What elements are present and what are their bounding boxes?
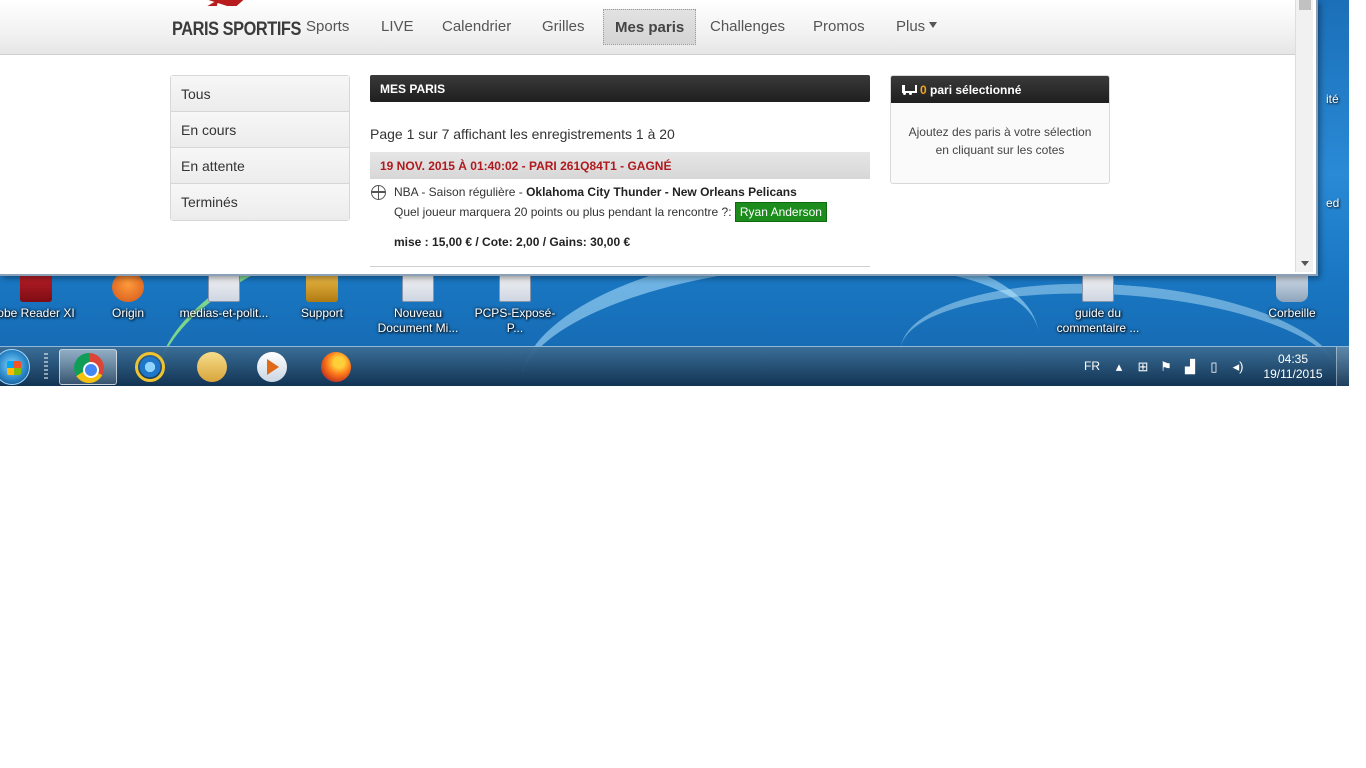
bet-question: Quel joueur marquera 20 points ou plus p…: [394, 205, 735, 219]
bet-competition: NBA - Saison régulière -: [394, 185, 527, 199]
desktop-icon-adobe-reader[interactable]: obe Reader XI: [0, 272, 84, 321]
document-icon: [402, 272, 434, 302]
caret-down-icon: [929, 22, 938, 28]
desktop-icon-origin[interactable]: Origin: [80, 272, 176, 321]
origin-icon: [112, 272, 144, 302]
filter-termines[interactable]: Terminés: [171, 184, 349, 220]
basketball-icon: [371, 185, 386, 200]
media-player-icon: [257, 352, 287, 382]
volume-icon[interactable]: ◂): [1231, 360, 1245, 374]
taskbar: FR ▴ ⊞ ⚑ ▟ ▯ ◂) 04:35 19/11/2015: [0, 346, 1349, 386]
windows-flag-icon[interactable]: ⊞: [1136, 360, 1150, 374]
desktop-icon-label-cut: ité: [1326, 92, 1339, 106]
language-indicator[interactable]: FR: [1084, 359, 1100, 386]
file-explorer-icon: [197, 352, 227, 382]
desktop-icon-corbeille[interactable]: Corbeille: [1244, 272, 1340, 321]
desktop-icon-support[interactable]: Support: [274, 272, 370, 321]
taskbar-grip: [44, 353, 48, 381]
scroll-down-arrow-icon[interactable]: [1301, 261, 1309, 266]
browser-window: PARIS SPORTIFS Sports LIVE Calendrier Gr…: [0, 0, 1318, 276]
show-desktop-button[interactable]: [1336, 347, 1349, 386]
paging-info: Page 1 sur 7 affichant les enregistremen…: [370, 126, 675, 142]
bet-match[interactable]: Oklahoma City Thunder - New Orleans Peli…: [526, 185, 797, 199]
filter-en-attente[interactable]: En attente: [171, 148, 349, 184]
clock-time: 04:35: [1277, 352, 1309, 366]
scrollbar-thumb[interactable]: [1299, 0, 1311, 10]
system-clock[interactable]: 04:35 19/11/2015: [1256, 352, 1330, 382]
filter-en-cours[interactable]: En cours: [171, 112, 349, 148]
nav-promos[interactable]: Promos: [813, 18, 865, 35]
chrome-icon: [74, 353, 104, 383]
bet-slip-label: pari sélectionné: [926, 83, 1022, 97]
nav-live[interactable]: LIVE: [381, 18, 414, 35]
filter-tous[interactable]: Tous: [171, 76, 349, 112]
my-bets-panel: MES PARIS Page 1 sur 7 affichant les enr…: [370, 75, 870, 267]
firefox-icon: [321, 352, 351, 382]
brand-logo[interactable]: [196, 0, 248, 6]
document-icon: [499, 272, 531, 302]
bet-slip-count: 0: [920, 83, 927, 97]
start-button[interactable]: [0, 349, 30, 385]
bet-market: Quel joueur marquera 20 points ou plus p…: [394, 202, 870, 222]
show-hidden-icons-icon[interactable]: ▴: [1112, 360, 1126, 374]
bet-slip-header[interactable]: 0 pari sélectionné: [891, 76, 1109, 103]
internet-explorer-icon: [135, 352, 165, 382]
document-icon: [1082, 272, 1114, 302]
desktop-icon-pcps[interactable]: PCPS-Exposé-P...: [467, 272, 563, 336]
bet-divider: [370, 266, 870, 267]
action-center-icon[interactable]: ⚑: [1159, 360, 1173, 374]
recycle-bin-icon: [1276, 272, 1308, 302]
bet-stake: mise : 15,00 € / Cote: 2,00 / Gains: 30,…: [394, 235, 631, 249]
network-signal-icon[interactable]: ▟: [1183, 360, 1197, 374]
nav-sports[interactable]: Sports: [306, 18, 349, 35]
taskbar-firefox[interactable]: [307, 349, 365, 385]
panel-title: MES PARIS: [370, 75, 870, 102]
desktop-icon-medias[interactable]: medias-et-polit...: [176, 272, 272, 321]
bet-header[interactable]: 19 NOV. 2015 À 01:40:02 - PARI 261Q84T1 …: [370, 152, 870, 179]
battery-icon[interactable]: ▯: [1207, 360, 1221, 374]
desktop: obe Reader XI Origin medias-et-polit... …: [0, 0, 1349, 386]
bet-event: NBA - Saison régulière - Oklahoma City T…: [394, 182, 870, 202]
brand-title[interactable]: PARIS SPORTIFS: [172, 19, 301, 41]
clock-date: 19/11/2015: [1263, 367, 1323, 381]
nav-grilles[interactable]: Grilles: [542, 18, 585, 35]
nav-mes-paris[interactable]: Mes paris: [603, 9, 697, 45]
taskbar-ie[interactable]: [121, 349, 179, 385]
desktop-icon-label-cut: ed: [1326, 196, 1340, 210]
desktop-icon-nouveau-document[interactable]: Nouveau Document Mi...: [370, 272, 466, 336]
bet-slip: 0 pari sélectionné Ajoutez des paris à v…: [890, 75, 1110, 184]
support-icon: [306, 272, 338, 302]
page-scrollbar[interactable]: [1295, 0, 1313, 272]
bet-slip-empty-message: Ajoutez des paris à votre sélection en c…: [908, 125, 1092, 157]
windows-logo-icon: [7, 361, 21, 375]
taskbar-media-player[interactable]: [243, 349, 301, 385]
nav-calendrier[interactable]: Calendrier: [442, 18, 511, 35]
pdf-icon: [20, 272, 52, 302]
nav-plus[interactable]: Plus: [896, 18, 938, 35]
site-navbar: PARIS SPORTIFS Sports LIVE Calendrier Gr…: [0, 0, 1295, 55]
taskbar-explorer[interactable]: [183, 349, 241, 385]
document-icon: [208, 272, 240, 302]
desktop-icon-guide[interactable]: guide du commentaire ...: [1050, 272, 1146, 336]
bet-details: NBA - Saison régulière - Oklahoma City T…: [370, 179, 870, 252]
nav-challenges[interactable]: Challenges: [710, 18, 785, 35]
nav-plus-label: Plus: [896, 18, 926, 35]
taskbar-chrome[interactable]: [59, 349, 117, 385]
bet-filter-menu: Tous En cours En attente Terminés: [170, 75, 350, 221]
cart-icon: [901, 85, 917, 95]
bet-pick-badge: Ryan Anderson: [734, 202, 827, 222]
